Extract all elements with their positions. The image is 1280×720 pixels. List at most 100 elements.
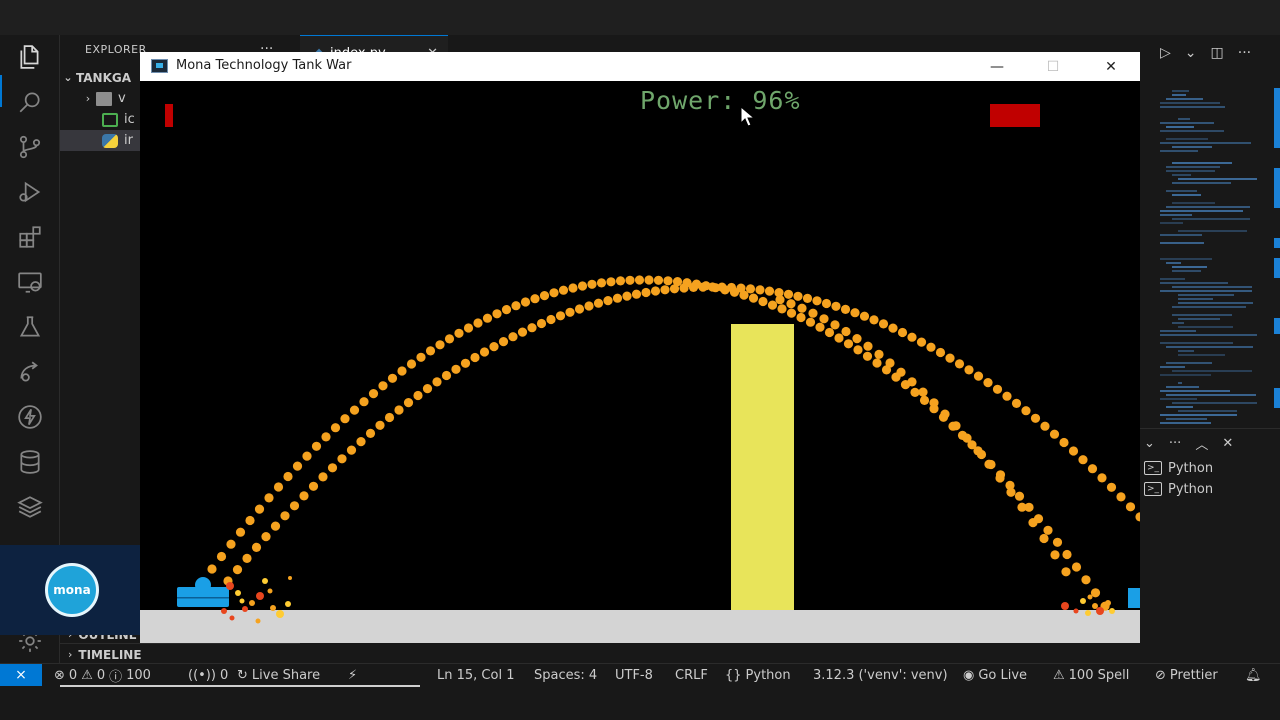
more-actions-icon[interactable]: ··· — [1238, 45, 1251, 61]
window-title: Mona Technology Tank War — [176, 58, 352, 73]
minimap-line — [1160, 366, 1185, 368]
python-interpreter[interactable]: 3.12.3 ('venv': venv) — [813, 664, 948, 686]
go-live-button[interactable]: ◉ Go Live — [963, 664, 1027, 686]
thunder-client-icon[interactable] — [14, 401, 46, 433]
chevron-down-icon[interactable]: ⌄ — [1144, 436, 1155, 451]
trail-dot — [489, 342, 499, 352]
language-mode[interactable]: {} Python — [725, 664, 791, 686]
minimap-line — [1160, 106, 1225, 108]
notifications-bell-icon[interactable]: 🔔︎ — [1245, 664, 1262, 686]
trail-dot — [874, 349, 884, 359]
trail-dot — [394, 405, 404, 415]
trail-dot — [758, 296, 768, 307]
trail-dot — [311, 441, 322, 451]
project-name: TANKGA — [76, 70, 132, 85]
problems-indicator[interactable]: ⊗ 0 ⚠ 0 ⓘ 100 — [54, 664, 151, 686]
explosion-spark — [229, 615, 235, 621]
layers-icon[interactable] — [14, 491, 46, 523]
trail-dot — [622, 291, 632, 301]
cursor-position[interactable]: Ln 15, Col 1 — [437, 664, 514, 686]
scrollbar-marker — [1274, 388, 1280, 408]
minimize-button[interactable]: — — [974, 52, 1020, 81]
close-button[interactable]: ✕ — [1088, 52, 1134, 81]
sync-icon[interactable]: ⚡ — [348, 664, 357, 686]
minimap-line — [1172, 322, 1185, 324]
chevron-down-icon[interactable]: ⌄ — [1185, 45, 1197, 61]
trail-dot — [207, 564, 217, 574]
search-icon[interactable] — [14, 86, 46, 118]
trail-dot — [451, 364, 461, 374]
ground — [140, 610, 1140, 643]
explosion-spark — [1085, 610, 1091, 616]
game-scene[interactable] — [140, 81, 1140, 643]
minimap-line — [1166, 166, 1220, 168]
trail-dot — [850, 308, 860, 318]
trail-dot — [907, 332, 917, 342]
trail-dot — [1039, 533, 1049, 544]
maximize-button[interactable]: ☐ — [1030, 52, 1076, 81]
database-icon[interactable] — [14, 446, 46, 478]
trail-dot — [767, 300, 778, 310]
more-actions-icon[interactable]: ··· — [1169, 436, 1181, 451]
split-editor-icon[interactable]: ◫ — [1211, 45, 1224, 61]
run-icon[interactable]: ▷ — [1160, 45, 1171, 61]
live-share-icon[interactable] — [14, 356, 46, 388]
trail-dot — [973, 371, 984, 381]
trail-dot — [1011, 398, 1022, 408]
prettier-status[interactable]: ⊘ Prettier — [1155, 664, 1218, 686]
minimap-line — [1166, 98, 1203, 100]
end-of-line[interactable]: CRLF — [675, 664, 708, 686]
timeline-section[interactable]: › TIMELINE — [60, 643, 300, 665]
broadcast-icon: ◉ — [963, 667, 975, 683]
terminal-item[interactable]: >_ Python — [1144, 479, 1274, 499]
terminal-item[interactable]: >_ Python — [1144, 458, 1274, 478]
trail-dot — [625, 275, 635, 285]
ports-indicator[interactable]: ((•)) 0 — [188, 664, 228, 686]
trail-dot — [384, 412, 395, 423]
remote-indicator-button[interactable]: ⨯ — [0, 664, 42, 686]
minimap-line — [1172, 270, 1202, 272]
power-label: Power: — [640, 86, 737, 115]
indentation[interactable]: Spaces: 4 — [534, 664, 597, 686]
source-control-icon[interactable] — [14, 131, 46, 163]
game-canvas[interactable]: Power: 96% — [140, 81, 1140, 643]
minimap[interactable] — [1160, 88, 1266, 428]
trail-dot — [235, 527, 246, 537]
maximize-panel-icon[interactable]: ︿ — [1195, 434, 1208, 453]
explosion-spark — [1073, 608, 1079, 614]
remote-explorer-icon[interactable] — [14, 266, 46, 298]
trail-dot — [432, 377, 442, 387]
minimap-line — [1160, 282, 1229, 284]
minimap-line — [1172, 370, 1253, 372]
trail-dot — [631, 289, 642, 299]
trail-dot — [745, 284, 756, 294]
minimap-line — [1166, 394, 1256, 396]
trail-dot — [1014, 491, 1025, 501]
minimap-line — [1172, 162, 1232, 164]
trail-dot — [473, 318, 483, 328]
minimap-scrollbar[interactable] — [1272, 88, 1280, 428]
extensions-icon[interactable] — [14, 221, 46, 253]
explorer-icon[interactable] — [14, 41, 46, 73]
minimap-line — [1178, 302, 1254, 304]
trail-dot — [641, 287, 651, 298]
go-live-label: Go Live — [978, 667, 1028, 683]
testing-icon[interactable] — [14, 311, 46, 343]
spell-check[interactable]: ⚠ 100 Spell — [1053, 664, 1129, 686]
chevron-right-icon: › — [68, 648, 73, 661]
trail-dot — [546, 314, 556, 325]
trail-dot — [1040, 421, 1050, 431]
live-share-button[interactable]: ↻ Live Share — [237, 664, 320, 686]
close-icon[interactable]: ✕ — [1222, 436, 1233, 451]
trail-dot — [425, 346, 436, 356]
trail-dot — [1006, 487, 1016, 497]
explosion-spark — [1061, 602, 1069, 610]
game-title-bar[interactable]: Mona Technology Tank War — ☐ ✕ — [140, 52, 1140, 81]
run-debug-icon[interactable] — [14, 176, 46, 208]
trail-dot — [539, 291, 550, 301]
encoding[interactable]: UTF-8 — [615, 664, 653, 686]
trail-dot — [1043, 525, 1053, 535]
explorer-title: EXPLORER — [85, 43, 147, 56]
trail-dot — [520, 297, 531, 307]
trail-dot — [888, 323, 898, 333]
